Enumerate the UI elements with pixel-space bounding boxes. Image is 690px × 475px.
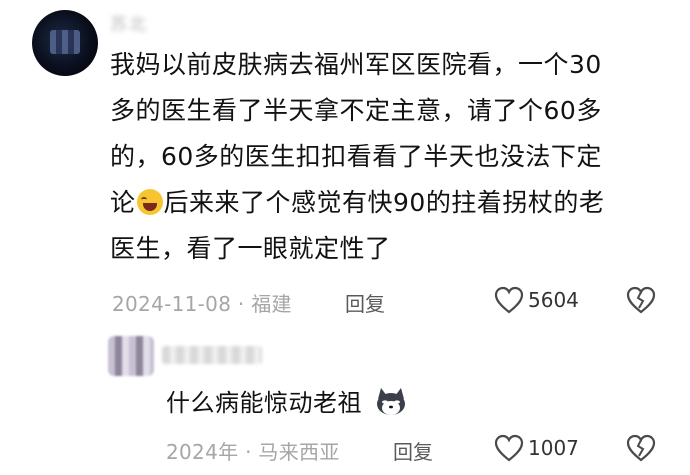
like-count: 5604 bbox=[528, 288, 579, 312]
broken-heart-icon[interactable] bbox=[626, 286, 656, 314]
avatar[interactable] bbox=[32, 10, 98, 76]
reply-date: 2024年 bbox=[166, 440, 239, 464]
dog-emoji-icon bbox=[377, 388, 406, 415]
reply-reply-button[interactable]: 回复 bbox=[393, 436, 433, 465]
meta-separator: · bbox=[237, 292, 245, 316]
comment-line: 多的医生看了半天拿不定主意，请了个60多 bbox=[110, 96, 602, 125]
comment-author-name[interactable]: 苏北 bbox=[110, 10, 170, 35]
comment-location: 福建 bbox=[251, 292, 292, 316]
broken-heart-icon[interactable] bbox=[626, 434, 656, 462]
laugh-crying-emoji-icon bbox=[136, 189, 163, 215]
comment-line: 医生，看了一眼就定性了 bbox=[110, 234, 391, 263]
comment-line: 后来来了个感觉有快90的拄着拐杖的老 bbox=[163, 188, 605, 217]
comment-line: 我妈以前皮肤病去福州军区医院看，一个30 bbox=[110, 50, 602, 79]
comment-line: 的，60多的医生扣扣看看了半天也没法下定 bbox=[110, 142, 602, 171]
reply-meta: 2024年 · 马来西亚 bbox=[166, 436, 340, 465]
reply-author-name[interactable] bbox=[162, 346, 262, 364]
comment-text: 我妈以前皮肤病去福州军区医院看，一个30 多的医生看了半天拿不定主意，请了个60… bbox=[110, 42, 670, 272]
heart-icon[interactable] bbox=[494, 434, 524, 462]
reply-like-count: 1007 bbox=[528, 436, 579, 460]
comment-meta: 2024-11-08 · 福建 bbox=[112, 288, 292, 317]
reply-text: 什么病能惊动老祖 bbox=[166, 383, 408, 418]
reply-avatar[interactable] bbox=[108, 336, 154, 376]
meta-separator: · bbox=[245, 440, 252, 464]
comment-line: 论 bbox=[110, 188, 136, 217]
reply-location: 马来西亚 bbox=[258, 440, 340, 464]
heart-icon[interactable] bbox=[494, 286, 524, 314]
reply-button[interactable]: 回复 bbox=[345, 288, 385, 317]
comment-date: 2024-11-08 bbox=[112, 292, 232, 316]
reply-text-content: 什么病能惊动老祖 bbox=[166, 389, 362, 417]
